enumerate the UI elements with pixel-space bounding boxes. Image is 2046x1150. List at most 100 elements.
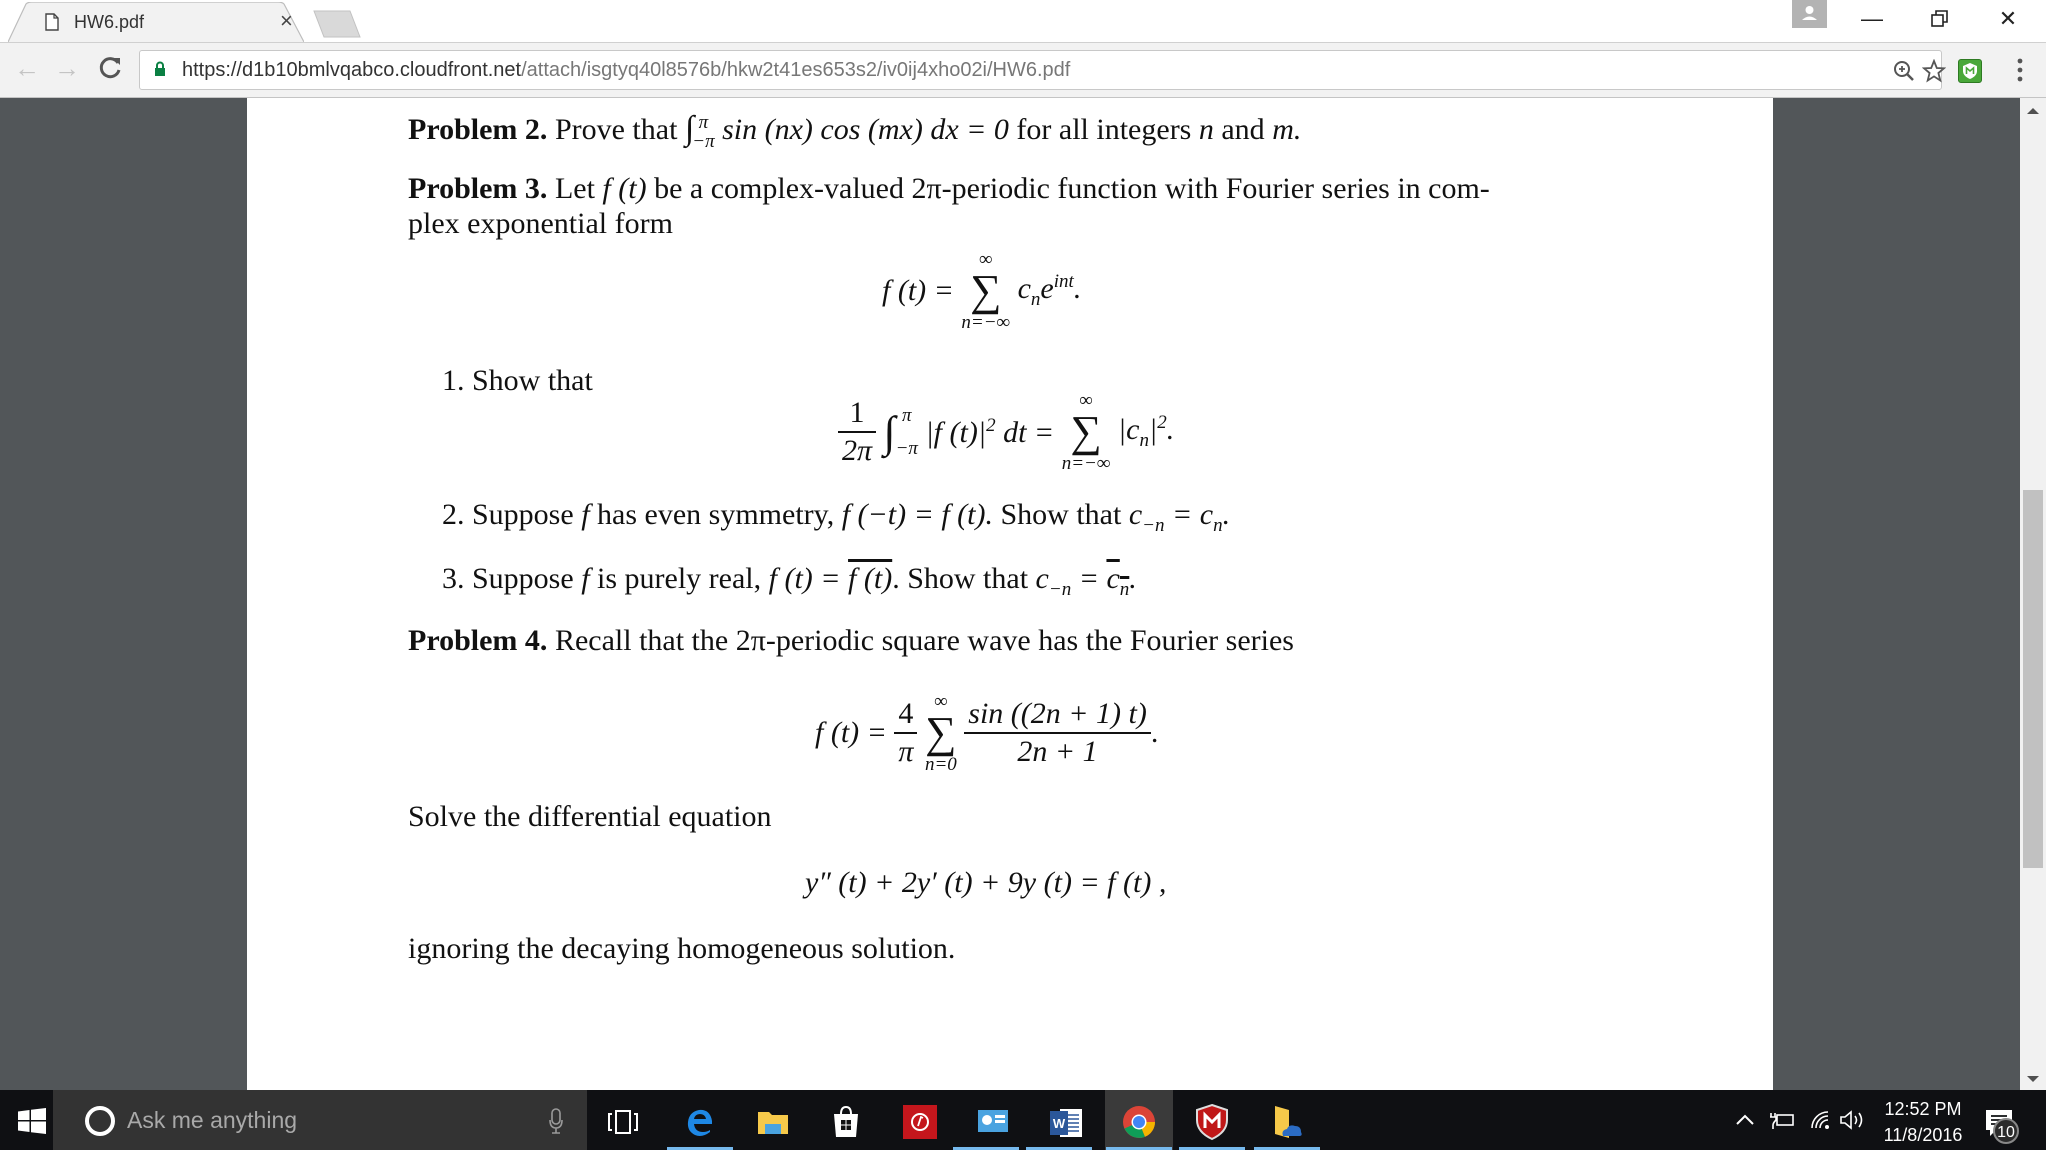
eq1-term: cneint. <box>1017 271 1082 310</box>
word-icon[interactable]: W <box>1046 1102 1086 1142</box>
item-2-eq: f (−t) = f (t). <box>841 498 993 531</box>
task-view-icon[interactable] <box>603 1102 643 1142</box>
integral-limits: π −π <box>692 112 715 153</box>
reload-icon <box>99 57 121 79</box>
item-3-eq-lhs: f (t) = <box>768 562 841 595</box>
problem-2: Problem 2. Prove that ∫ π −π sin (nx) cos … <box>408 110 1301 151</box>
zoom-icon[interactable] <box>1892 59 1916 83</box>
mcafee-icon[interactable] <box>1192 1102 1232 1142</box>
url-host: https://d1b10bmlvqabco.cloudfront.net <box>182 59 522 81</box>
battery-charging-icon[interactable] <box>1768 1108 1796 1132</box>
svg-text:W: W <box>1053 1116 1066 1131</box>
item-3: 3. Suppose f is purely real, f (t) = f (… <box>442 562 1137 601</box>
problem-2-label: Problem 2. <box>408 113 548 146</box>
clock-date: 11/8/2016 <box>1883 1125 1963 1145</box>
profile-button[interactable] <box>1792 0 1827 28</box>
item-2-f: f <box>581 498 590 531</box>
eq3-sum: ∞ ∑ n=0 <box>924 691 957 775</box>
problem-2-text-after: for all integers <box>1016 113 1192 146</box>
lock-icon <box>155 61 165 76</box>
pdf-viewer[interactable]: Problem 2. Prove that ∫ π −π sin (nx) cos … <box>0 98 2020 1090</box>
eq1-lhs: f (t) = <box>882 274 954 307</box>
p3-text-b: be a complex-valued 2π-periodic function… <box>654 172 1490 205</box>
differential-equation: y″ (t) + 2y′ (t) + 9y (t) = f (t) , <box>805 866 1167 899</box>
item-2-num: 2. <box>442 498 465 531</box>
pdf-page: Problem 2. Prove that ∫ π −π sin (nx) cos … <box>247 98 1773 1090</box>
scroll-up-arrow-icon[interactable] <box>2027 108 2039 114</box>
item-2-text-b: has even symmetry, <box>597 498 835 531</box>
vertical-scrollbar[interactable] <box>2020 98 2046 1090</box>
item-1-num: 1. <box>442 364 465 397</box>
item-1-text: Show that <box>472 364 593 397</box>
file-explorer-icon[interactable] <box>753 1102 793 1142</box>
equation-fourier-series: f (t) = ∞ ∑ n=−∞ cneint. <box>882 250 1081 332</box>
onedrive-folder-icon[interactable] <box>1267 1102 1307 1142</box>
taskbar: Ask me anything W 12:52 PM 11/8/2016 10 <box>0 1090 2046 1150</box>
item-2-text-a: Suppose <box>472 498 574 531</box>
show-hidden-icons-chevron-icon[interactable] <box>1734 1110 1756 1130</box>
clock[interactable]: 12:52 PM 11/8/2016 <box>1873 1096 1973 1148</box>
p3-f-of-t: f (t) <box>602 172 647 205</box>
and-text: and <box>1221 113 1265 146</box>
restore-button[interactable] <box>1920 4 1960 34</box>
problem-4: Problem 4. Recall that the 2π-periodic s… <box>408 624 1294 658</box>
reload-button[interactable] <box>96 53 126 83</box>
scrollbar-thumb[interactable] <box>2023 490 2043 868</box>
item-3-eq-conjugate: f (t) <box>848 562 893 595</box>
url-text[interactable]: https://d1b10bmlvqabco.cloudfront.net/at… <box>182 59 1070 82</box>
item-3-dot: . <box>892 562 900 595</box>
tab-strip: HW6.pdf × — ✕ <box>0 0 2046 42</box>
solve-text: Solve the differential equation <box>408 800 772 833</box>
bookmark-star-icon[interactable] <box>1922 59 1946 83</box>
eq3-lhs: f (t) = <box>815 716 887 749</box>
microphone-icon[interactable] <box>549 1108 563 1134</box>
clock-time: 12:52 PM <box>1884 1099 1962 1119</box>
edge-icon[interactable] <box>680 1102 720 1142</box>
problem-4-label: Problem 4. <box>408 624 548 657</box>
forward-button[interactable]: → <box>52 53 82 83</box>
control-panel-icon[interactable] <box>973 1102 1013 1142</box>
p3-text-a: Let <box>554 172 595 205</box>
tab-hw6[interactable]: HW6.pdf × <box>8 2 304 42</box>
item-2-conclusion: c−n = cn. <box>1128 498 1231 536</box>
eq3-coef: 4π <box>894 696 918 770</box>
cortana-search-box[interactable]: Ask me anything <box>53 1090 587 1150</box>
eq2-integral-sign: ∫ <box>883 407 896 457</box>
item-1: 1. Show that <box>442 364 593 398</box>
volume-icon[interactable] <box>1838 1108 1868 1132</box>
new-tab-button[interactable] <box>312 10 362 38</box>
browser-toolbar: ← → https://d1b10bmlvqabco.cloudfront.ne… <box>0 42 2046 98</box>
item-2-text-c: Show that <box>1000 498 1122 531</box>
windows-start-icon[interactable] <box>18 1108 46 1134</box>
problem-2-text: Prove that <box>554 113 678 146</box>
shield-icon <box>1963 63 1977 79</box>
wifi-icon[interactable] <box>1808 1108 1832 1132</box>
document-icon <box>45 13 59 31</box>
item-3-conclusion: c−n = cn. <box>1035 562 1137 600</box>
item-3-f: f <box>581 562 590 595</box>
restore-icon <box>1931 10 1948 27</box>
tab-close-button[interactable]: × <box>280 10 293 32</box>
ignoring-text: ignoring the decaying homogeneous soluti… <box>408 932 956 965</box>
person-icon <box>1802 6 1817 20</box>
var-n: n <box>1198 113 1214 146</box>
address-bar[interactable]: https://d1b10bmlvqabco.cloudfront.net/at… <box>139 50 1946 90</box>
more-menu-icon[interactable] <box>2012 55 2028 85</box>
url-path: /attach/isgtyq40l8576b/hkw2t41es653s2/iv… <box>521 59 1071 81</box>
store-icon[interactable] <box>826 1102 866 1142</box>
close-window-button[interactable]: ✕ <box>1988 4 2028 34</box>
item-3-num: 3. <box>442 562 465 595</box>
eq2-integrand: |f (t)|2 dt = <box>925 414 1055 449</box>
cortana-icon <box>85 1106 115 1136</box>
problem-4-text: Recall that the 2π-periodic square wave … <box>554 624 1294 657</box>
problem-2-expression: sin (nx) cos (mx) dx = 0 <box>722 113 1009 146</box>
item-3-text-b: is purely real, <box>597 562 762 595</box>
minimize-button[interactable]: — <box>1852 4 1892 34</box>
item-2: 2. Suppose f has even symmetry, f (−t) =… <box>442 498 1230 537</box>
mcafee-extension-button[interactable] <box>1958 59 1982 83</box>
scroll-down-arrow-icon[interactable] <box>2027 1076 2039 1082</box>
back-button[interactable]: ← <box>12 53 42 83</box>
music-app-icon[interactable] <box>900 1102 940 1142</box>
eq3-end: . <box>1150 716 1159 749</box>
chrome-icon[interactable] <box>1119 1102 1159 1142</box>
